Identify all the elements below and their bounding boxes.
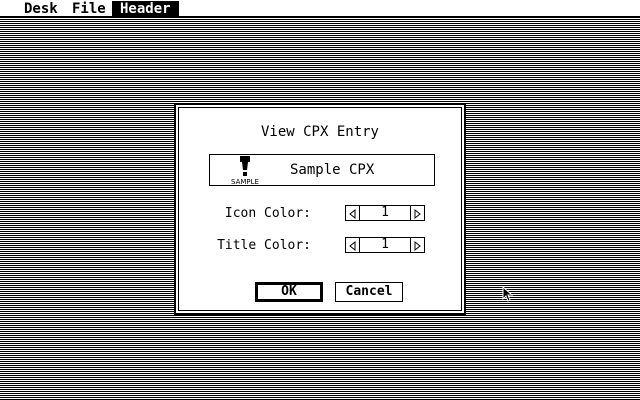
arrow-left-icon xyxy=(349,240,356,252)
icon-color-increment-button[interactable] xyxy=(410,206,424,220)
cancel-button[interactable]: Cancel xyxy=(335,282,403,302)
arrow-right-icon xyxy=(414,240,421,252)
ok-button[interactable]: OK xyxy=(255,282,323,302)
menu-bar: Desk File Header xyxy=(0,0,640,18)
cpx-icon-text: SAMPLE xyxy=(231,178,259,186)
icon-color-value: 1 xyxy=(381,205,389,220)
cpx-preview: SAMPLE Sample CPX xyxy=(209,154,435,186)
cpx-preview-name: Sample CPX xyxy=(290,162,375,178)
cpx-sample-icon: SAMPLE xyxy=(231,156,259,186)
title-color-stepper: 1 xyxy=(345,237,425,253)
title-color-value: 1 xyxy=(381,237,389,252)
arrow-left-icon xyxy=(349,208,356,220)
view-cpx-entry-dialog: View CPX Entry SAMPLE Sample CPX Icon Co… xyxy=(174,103,466,315)
title-color-increment-button[interactable] xyxy=(410,238,424,252)
mouse-pointer-icon xyxy=(502,286,514,302)
title-color-label: Title Color: xyxy=(217,238,311,253)
dialog-inner-border: View CPX Entry SAMPLE Sample CPX Icon Co… xyxy=(178,107,462,311)
menu-header[interactable]: Header xyxy=(112,1,179,17)
icon-color-stepper: 1 xyxy=(345,205,425,221)
title-color-decrement-button[interactable] xyxy=(346,238,360,252)
icon-color-label: Icon Color: xyxy=(224,206,311,221)
menu-file[interactable]: File xyxy=(64,1,114,17)
dialog-title: View CPX Entry xyxy=(260,124,379,140)
icon-color-decrement-button[interactable] xyxy=(346,206,360,220)
menu-desk[interactable]: Desk xyxy=(16,1,66,17)
arrow-right-icon xyxy=(414,208,421,220)
